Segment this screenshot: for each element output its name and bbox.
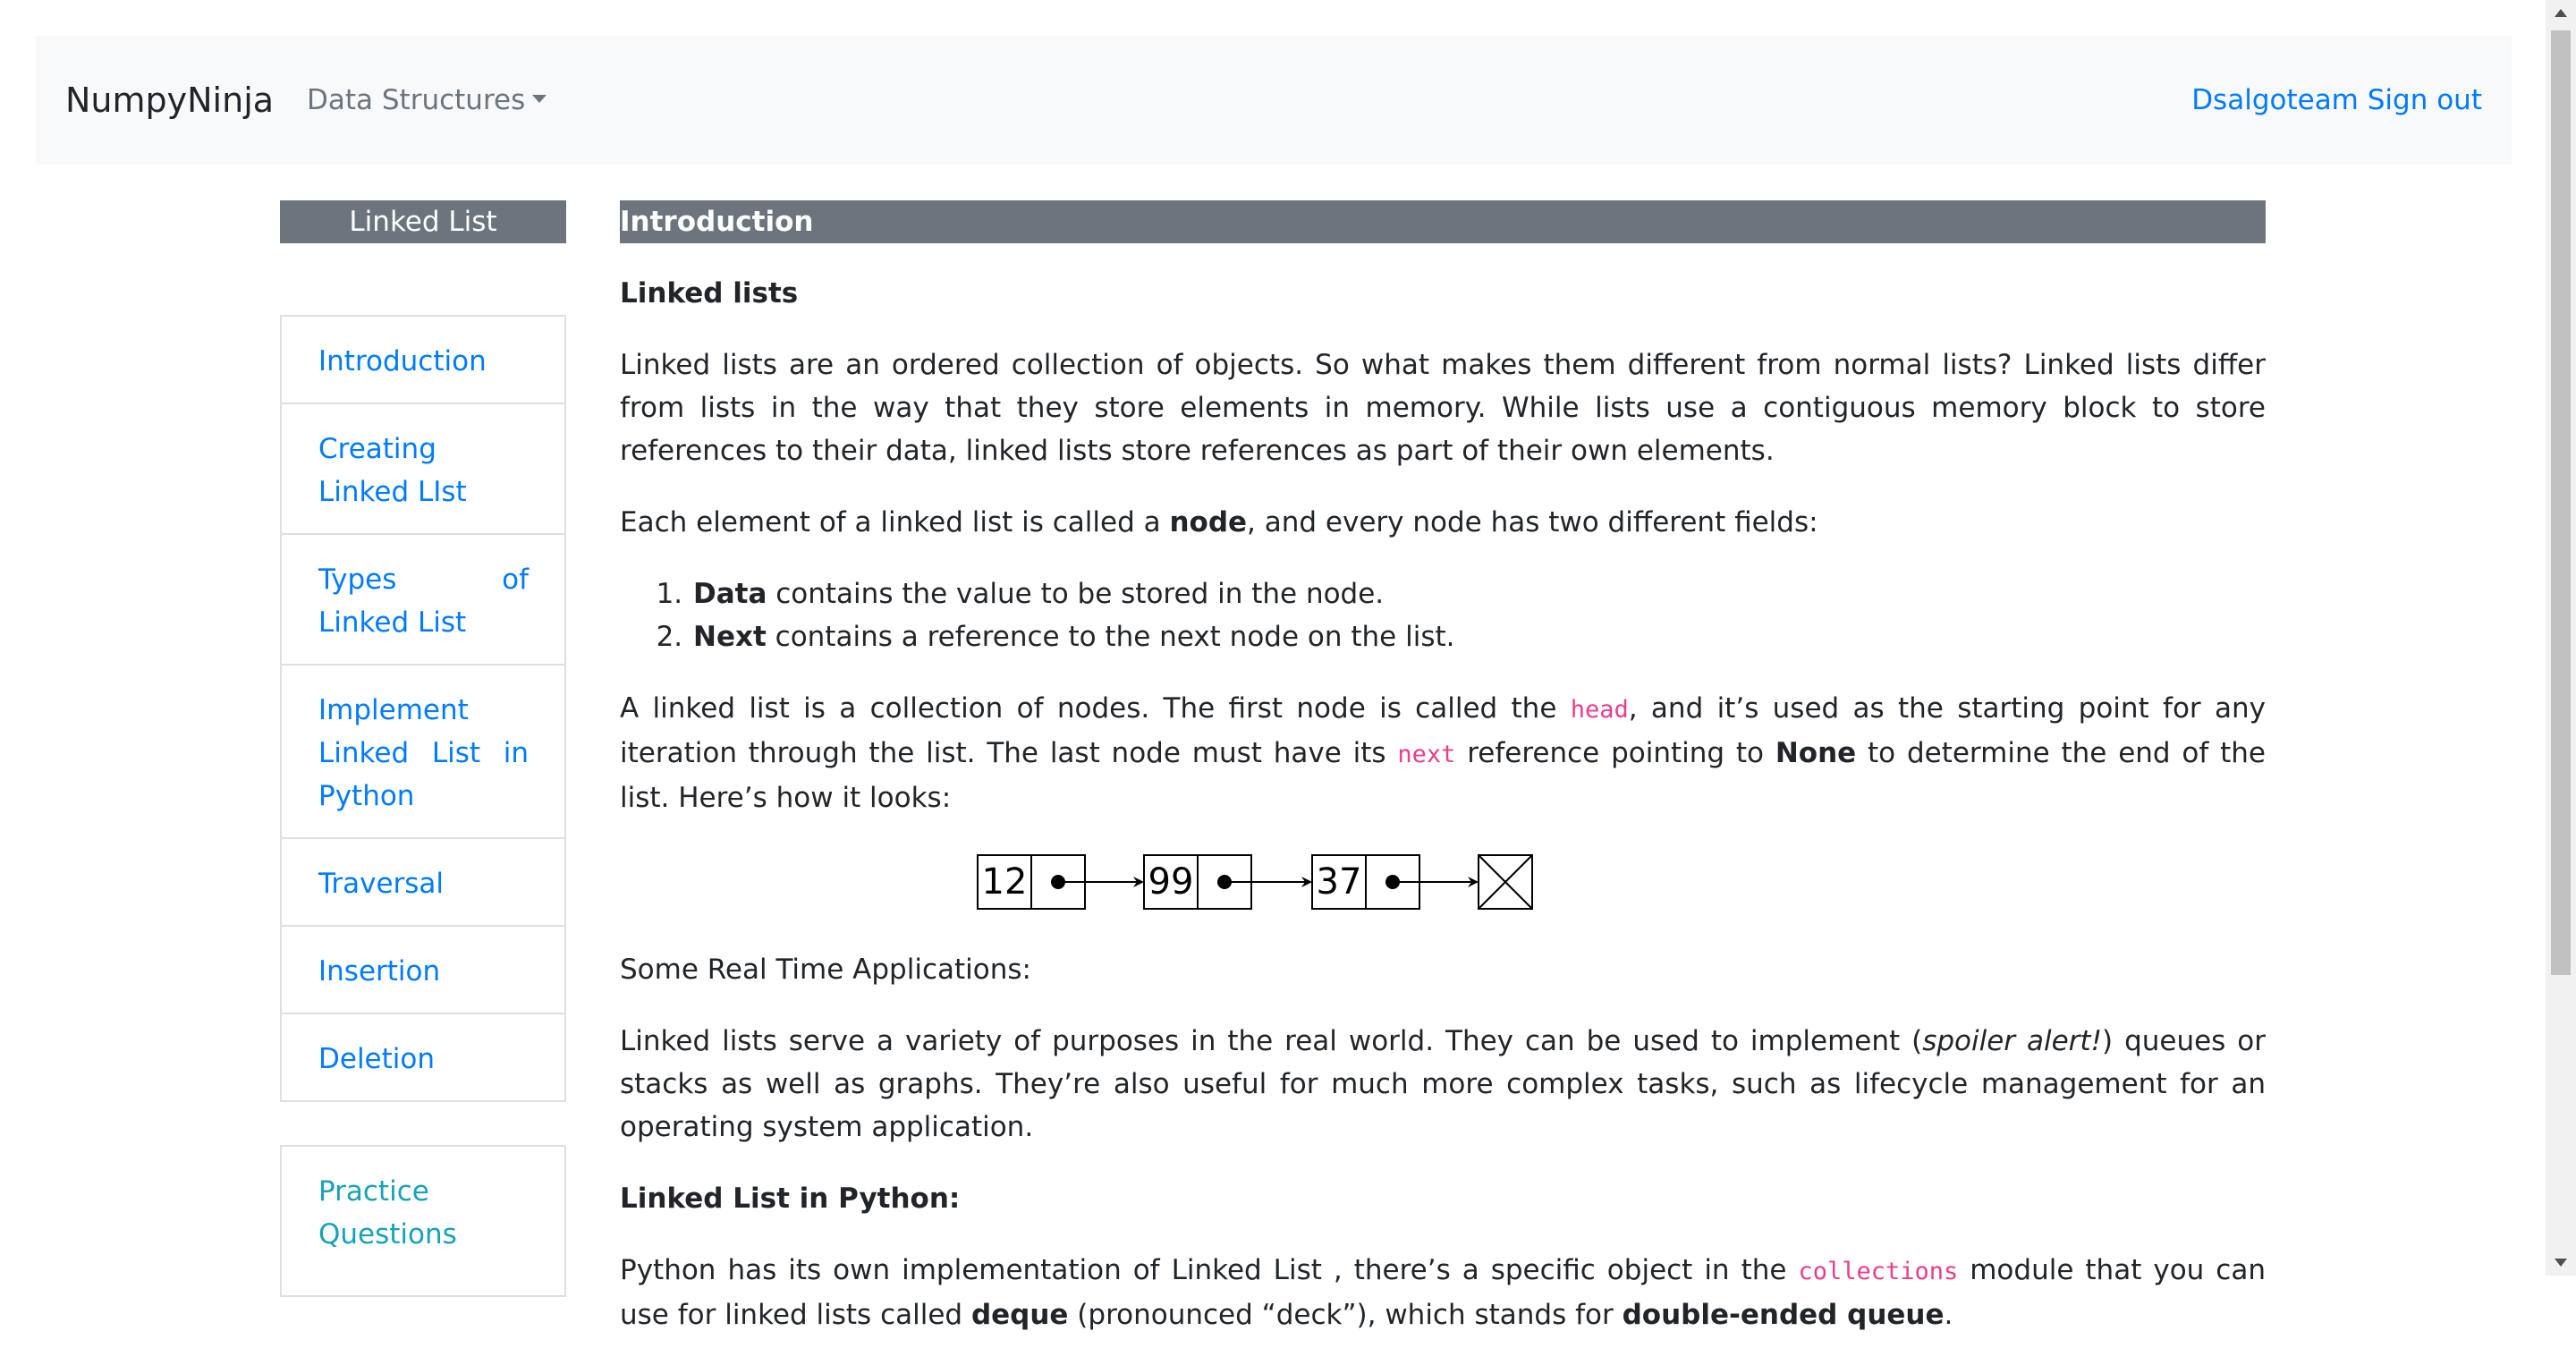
sidebar-item-creating-linked-list[interactable]: Creating Linked LIst — [282, 404, 564, 535]
scroll-thumb[interactable] — [2551, 30, 2571, 975]
main-content: Introduction Linked lists Linked lists a… — [620, 200, 2266, 1365]
data-structures-label: Data Structures — [307, 84, 526, 116]
paragraph-head: A linked list is a collection of nodes. … — [620, 687, 2266, 819]
bold-text: deque — [970, 1299, 1069, 1331]
user-nav: Dsalgoteam Sign out — [2191, 81, 2482, 120]
sidebar-title: Linked List — [280, 200, 566, 243]
fields-list: Data contains the value to be stored in … — [620, 572, 2266, 658]
list-item: Next contains a reference to the next no… — [691, 615, 2266, 658]
topics-list: Introduction Creating Linked LIst Types … — [280, 315, 566, 1102]
text: contains a reference to the next node on… — [766, 621, 1455, 653]
caret-down-icon — [532, 95, 547, 103]
node-1: 12 — [977, 854, 1144, 910]
text: A linked list is a collection of nodes. … — [620, 692, 1571, 725]
bold-text: Next — [693, 621, 767, 653]
heading-linked-list-python: Linked List in Python: — [620, 1177, 2266, 1220]
heading-text: Linked List in Python: — [620, 1183, 961, 1215]
sidebar-item-deletion[interactable]: Deletion — [282, 1014, 564, 1100]
scroll-down-icon[interactable] — [2555, 1259, 2567, 1267]
data-structures-dropdown[interactable]: Data Structures — [307, 81, 547, 120]
paragraph-intro: Linked lists are an ordered collection o… — [620, 349, 2266, 467]
list-item: Data contains the value to be stored in … — [691, 572, 2266, 615]
paragraph-purposes: Linked lists serve a variety of purposes… — [620, 1020, 2266, 1149]
node-1-value: 12 — [982, 861, 1028, 903]
null-terminator-icon — [1478, 854, 1533, 910]
linked-list-diagram: 12 99 37 — [620, 848, 2266, 912]
text: Linked lists serve a variety of purposes… — [620, 1025, 1923, 1057]
content-title: Introduction — [620, 200, 2266, 243]
inline-code: next — [1397, 741, 1456, 768]
heading-linked-lists: Linked lists — [620, 272, 2266, 315]
node-2: 99 — [1143, 854, 1312, 910]
linked-list-diagram-image: 12 99 37 — [977, 854, 1533, 910]
user-link[interactable]: Dsalgoteam — [2191, 84, 2359, 116]
text: Each element of a linked list is called … — [620, 506, 1170, 538]
bold-text: node — [1169, 506, 1248, 538]
text: contains the value to be stored in the n… — [767, 578, 1385, 610]
sidebar-item-traversal[interactable]: Traversal — [282, 839, 564, 927]
sidebar-item-types-of-linked-list[interactable]: Types of Linked List — [282, 535, 564, 666]
practice-questions-label: Practice Questions — [318, 1175, 457, 1251]
node-3: 37 — [1311, 854, 1479, 910]
text: Python has its own implementation of Lin… — [620, 1254, 1799, 1286]
text: reference pointing to — [1455, 737, 1775, 769]
paragraph-node: Each element of a linked list is called … — [620, 501, 2266, 544]
sidebar-item-insertion[interactable]: Insertion — [282, 927, 564, 1014]
page-scrollbar[interactable] — [2546, 0, 2576, 1276]
italic-text: spoiler alert! — [1922, 1025, 2103, 1057]
node-2-value: 99 — [1148, 861, 1194, 903]
sidebar-item-implement-linked-list[interactable]: Implement Linked List in Python — [282, 666, 564, 839]
inline-code: collections — [1798, 1258, 1959, 1285]
brand-logo[interactable]: NumpyNinja — [65, 79, 274, 122]
paragraph-applications: Some Real Time Applications: — [620, 954, 1031, 986]
sign-out-link[interactable]: Sign out — [2368, 84, 2482, 116]
bold-text: Data — [693, 578, 767, 610]
paragraph-python: Python has its own implementation of Lin… — [620, 1249, 2266, 1336]
inline-code: head — [1570, 696, 1629, 724]
practice-questions-link[interactable]: Practice Questions — [280, 1145, 566, 1297]
text: (pronounced “deck”), which stands for — [1068, 1299, 1623, 1331]
scroll-up-icon[interactable] — [2555, 9, 2567, 17]
sidebar-item-introduction[interactable]: Introduction — [282, 317, 564, 404]
text: . — [1944, 1299, 1953, 1331]
text: , and every node has two different field… — [1247, 506, 1818, 538]
bold-text: None — [1775, 737, 1857, 769]
bold-text: double-ended queue — [1622, 1299, 1945, 1331]
heading-text: Linked lists — [620, 277, 799, 309]
top-navbar: NumpyNinja Data Structures Dsalgoteam Si… — [36, 36, 2512, 165]
node-3-value: 37 — [1317, 861, 1362, 903]
